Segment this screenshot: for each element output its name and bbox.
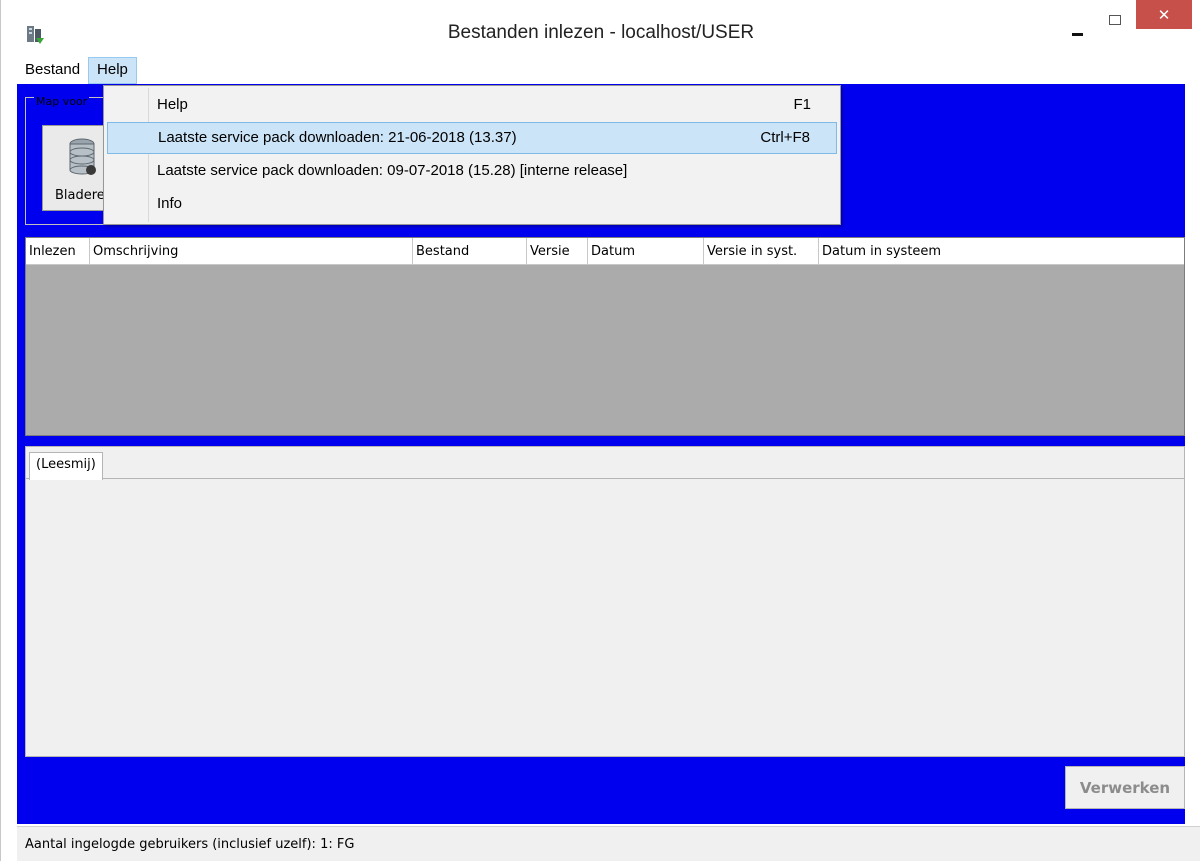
app-window: Bestanden inlezen - localhost/USER ✕ Bes…	[0, 0, 1200, 861]
maximize-icon	[1109, 14, 1121, 25]
menu-item-info[interactable]: Info	[107, 188, 837, 220]
table-header: Inlezen Omschrijving Bestand Versie Datu…	[26, 238, 1184, 265]
browse-button[interactable]: Bladeren	[42, 125, 113, 211]
title-bar[interactable]: Bestanden inlezen - localhost/USER ✕	[1, 0, 1200, 58]
menu-item-shortcut: Ctrl+F8	[760, 129, 810, 146]
column-header[interactable]: Bestand	[413, 238, 527, 265]
close-icon: ✕	[1157, 5, 1171, 24]
menu-bar: Bestand Help	[17, 57, 1185, 84]
database-icon	[69, 138, 96, 175]
tab-leesmij[interactable]: (Leesmij)	[29, 452, 103, 480]
readme-tabpanel: (Leesmij)	[25, 446, 1185, 757]
minimize-button[interactable]	[1059, 14, 1095, 47]
help-dropdown-menu: Help F1 Laatste service pack downloaden:…	[103, 85, 841, 225]
column-header[interactable]: Datum in systeem	[819, 238, 1184, 265]
maximize-button[interactable]	[1101, 3, 1129, 36]
menu-item-help[interactable]: Help F1	[107, 89, 837, 121]
column-header[interactable]: Omschrijving	[90, 238, 413, 265]
tab-strip: (Leesmij)	[26, 447, 1184, 480]
menu-item-label: Laatste service pack downloaden: 21-06-2…	[158, 129, 517, 146]
process-button[interactable]: Verwerken	[1065, 766, 1185, 809]
column-header[interactable]: Versie in syst.	[704, 238, 819, 265]
menu-item-label: Help	[157, 96, 188, 113]
close-button[interactable]: ✕	[1136, 0, 1192, 29]
minimize-icon	[1071, 33, 1083, 36]
files-table[interactable]: Inlezen Omschrijving Bestand Versie Datu…	[25, 237, 1185, 436]
window-title: Bestanden inlezen - localhost/USER	[447, 22, 755, 43]
menu-item-label: Info	[157, 195, 183, 212]
groupbox-label: Map voor	[34, 95, 90, 108]
column-header[interactable]: Versie	[527, 238, 588, 265]
status-text: Aantal ingelogde gebruikers (inclusief u…	[25, 837, 355, 852]
column-header[interactable]: Inlezen	[26, 238, 90, 265]
menu-help[interactable]: Help	[88, 57, 137, 84]
menu-item-service-pack[interactable]: Laatste service pack downloaden: 21-06-2…	[107, 122, 837, 154]
menu-item-label: Laatste service pack downloaden: 09-07-2…	[157, 162, 628, 179]
menu-item-service-pack-internal[interactable]: Laatste service pack downloaden: 09-07-2…	[107, 155, 837, 187]
menu-item-shortcut: F1	[793, 96, 811, 113]
menu-bestand[interactable]: Bestand	[17, 57, 88, 84]
column-header[interactable]: Datum	[588, 238, 704, 265]
status-bar: Aantal ingelogde gebruikers (inclusief u…	[17, 826, 1200, 861]
